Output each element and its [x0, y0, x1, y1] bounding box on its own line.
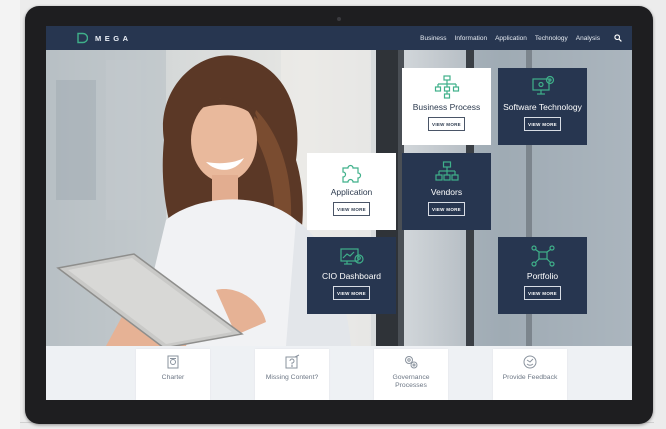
card-governance-processes[interactable]: Governance Processes — [374, 349, 448, 400]
tile-label: Portfolio — [526, 271, 559, 281]
missing-content-icon — [285, 354, 300, 369]
menu-item-business[interactable]: Business — [420, 35, 446, 42]
network-icon — [530, 245, 555, 267]
tile-label: Vendors — [430, 187, 463, 197]
view-more-button[interactable]: VIEW MORE — [524, 117, 561, 131]
card-label: Missing Content? — [265, 374, 319, 381]
puzzle-icon — [341, 164, 361, 183]
search-icon[interactable] — [614, 34, 622, 42]
card-label: Provide Feedback — [502, 374, 558, 381]
tile-label: Business Process — [412, 102, 481, 112]
tile-software-technology[interactable]: Software Technology VIEW MORE — [498, 68, 587, 145]
background-left — [0, 0, 20, 429]
org-chart-icon — [434, 161, 459, 181]
view-more-button[interactable]: VIEW MORE — [524, 286, 561, 300]
tile-label: CIO Dashboard — [321, 271, 382, 281]
tile-portfolio[interactable]: Portfolio VIEW MORE — [498, 237, 587, 314]
menu-item-information[interactable]: Information — [455, 35, 488, 42]
camera-dot — [337, 17, 341, 21]
monitor-gear-icon — [531, 75, 554, 95]
menu-item-analysis[interactable]: Analysis — [576, 35, 600, 42]
menu-item-technology[interactable]: Technology — [535, 35, 568, 42]
tile-label: Application — [330, 187, 373, 197]
menu-item-application[interactable]: Application — [495, 35, 527, 42]
logo-text: MEGA — [95, 33, 132, 43]
view-more-button[interactable]: VIEW MORE — [428, 117, 465, 131]
view-more-button[interactable]: VIEW MORE — [333, 286, 370, 300]
tile-label: Software Technology — [503, 102, 582, 112]
card-label: Charter — [161, 374, 185, 381]
top-navbar: MEGA Business Information Application Te… — [46, 26, 632, 50]
tile-cio-dashboard[interactable]: CIO Dashboard VIEW MORE — [307, 237, 396, 314]
card-provide-feedback[interactable]: Provide Feedback — [493, 349, 567, 400]
tile-business-process[interactable]: Business Process VIEW MORE — [402, 68, 491, 145]
monitor-frame: MEGA Business Information Application Te… — [25, 6, 653, 424]
main-menu: Business Information Application Technol… — [412, 34, 632, 42]
logo-icon — [77, 32, 88, 44]
tile-vendors[interactable]: Vendors VIEW MORE — [402, 153, 491, 230]
card-charter[interactable]: Charter — [136, 349, 210, 400]
logo[interactable]: MEGA — [76, 32, 132, 44]
card-label: Governance Processes — [392, 374, 430, 389]
view-more-button[interactable]: VIEW MORE — [333, 202, 370, 216]
governance-icon — [405, 356, 418, 369]
view-more-button[interactable]: VIEW MORE — [428, 202, 465, 216]
screen: MEGA Business Information Application Te… — [46, 26, 632, 400]
flowchart-icon — [434, 75, 459, 99]
tile-application[interactable]: Application VIEW MORE — [307, 153, 396, 230]
hero-banner: Business Process VIEW MORE Software Tech… — [46, 50, 632, 346]
dashboard-user-icon — [339, 248, 364, 265]
charter-icon — [167, 355, 179, 369]
card-missing-content[interactable]: Missing Content? — [255, 349, 329, 400]
feedback-icon — [523, 355, 537, 369]
quick-links: Charter Missing Content? Governance Proc… — [46, 346, 632, 400]
